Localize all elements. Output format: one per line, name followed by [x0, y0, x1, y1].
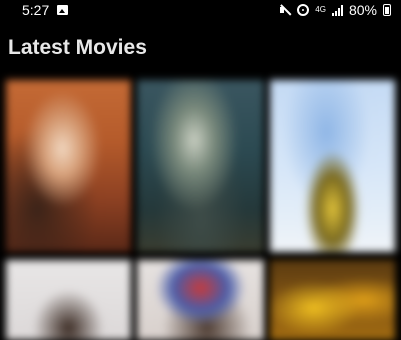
movie-poster[interactable]: [270, 260, 395, 340]
signal-icon: [331, 4, 343, 16]
status-icons: 4G 80%: [279, 2, 391, 18]
gallery-icon: [57, 5, 68, 15]
hotspot-icon: [297, 4, 310, 16]
network-type-label: 4G: [315, 5, 326, 14]
section-title: Latest Movies: [8, 36, 147, 59]
movie-poster[interactable]: [6, 260, 131, 340]
status-time: 5:27: [22, 2, 50, 18]
battery-icon: [383, 4, 391, 16]
mute-icon: [279, 4, 291, 16]
movie-poster[interactable]: [6, 80, 131, 252]
status-bar: 5:27 4G 80%: [0, 0, 401, 22]
movie-poster[interactable]: [270, 80, 395, 252]
battery-percent: 80%: [348, 2, 377, 18]
movie-poster[interactable]: [137, 260, 264, 340]
movie-poster[interactable]: [137, 80, 264, 252]
